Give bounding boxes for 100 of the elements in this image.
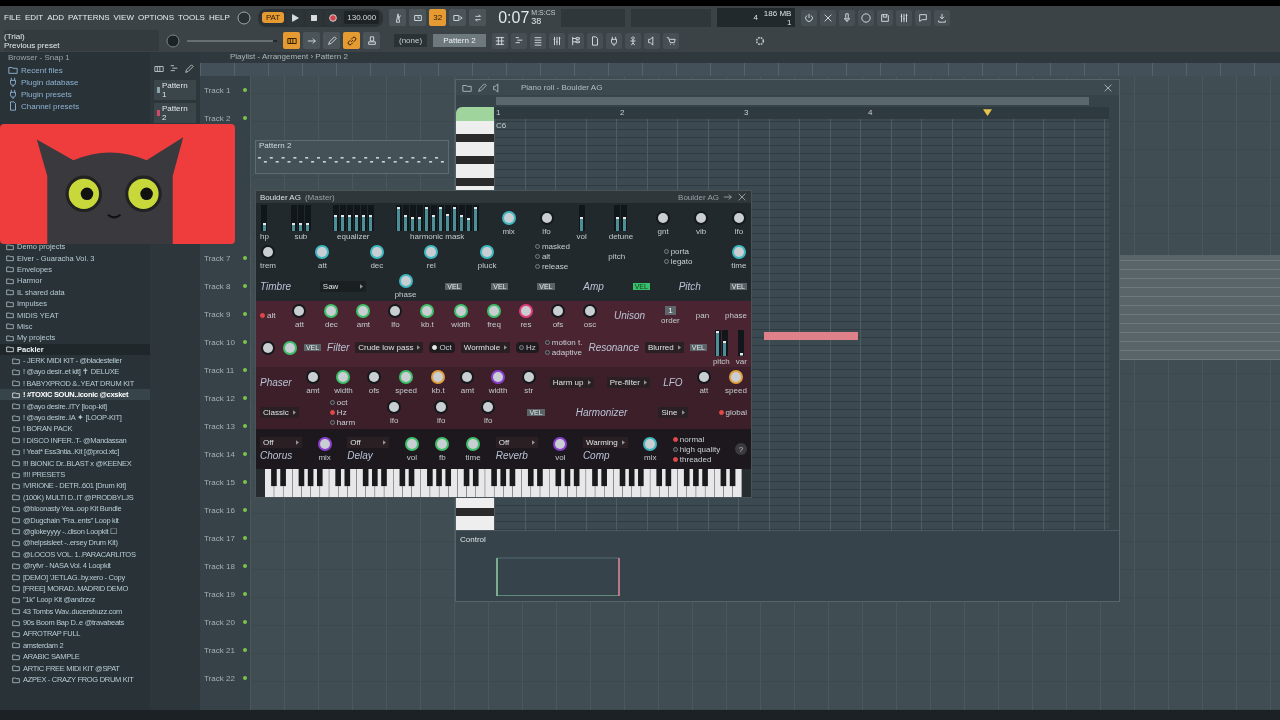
knob[interactable] bbox=[518, 302, 534, 319]
bar-ruler[interactable]: 1 2 3 4 bbox=[494, 107, 1109, 119]
knob[interactable] bbox=[398, 369, 415, 386]
knob[interactable] bbox=[582, 302, 598, 319]
fader[interactable] bbox=[444, 204, 451, 231]
fader[interactable] bbox=[353, 204, 360, 231]
track-led[interactable] bbox=[243, 508, 247, 512]
toolbar-button[interactable] bbox=[839, 9, 856, 26]
knob[interactable] bbox=[452, 302, 469, 319]
toolbar-button[interactable] bbox=[510, 32, 527, 49]
play-button[interactable] bbox=[287, 9, 304, 26]
toolbar-button[interactable] bbox=[529, 32, 546, 49]
knob[interactable] bbox=[304, 369, 321, 386]
snap-dropdown[interactable]: (none) bbox=[394, 34, 428, 47]
knob[interactable] bbox=[655, 209, 672, 226]
help-button[interactable]: ? bbox=[734, 443, 747, 455]
toolbar-button[interactable] bbox=[858, 9, 875, 26]
dropdown[interactable]: Pre-filter bbox=[606, 376, 650, 388]
knob[interactable] bbox=[552, 436, 569, 452]
pattern-clip[interactable]: Pattern 2 bbox=[255, 140, 449, 174]
fader[interactable] bbox=[346, 204, 353, 231]
fader[interactable] bbox=[395, 204, 402, 231]
fader[interactable] bbox=[614, 204, 621, 231]
track-label[interactable]: Track 14 bbox=[204, 449, 235, 459]
toolbar-button[interactable] bbox=[662, 32, 679, 49]
track-label[interactable]: Track 2 bbox=[204, 113, 231, 123]
dropdown[interactable]: Off bbox=[347, 437, 390, 448]
track-led[interactable] bbox=[243, 256, 247, 260]
toolbar-button[interactable] bbox=[896, 9, 913, 26]
track-label[interactable]: Track 13 bbox=[204, 421, 235, 431]
knob[interactable] bbox=[386, 399, 403, 416]
fader[interactable] bbox=[261, 204, 268, 231]
track-label[interactable]: Track 1 bbox=[204, 85, 231, 95]
fader[interactable] bbox=[339, 204, 346, 231]
fader[interactable] bbox=[578, 204, 585, 231]
radio-option[interactable]: motion t. bbox=[544, 338, 583, 347]
knob[interactable] bbox=[403, 436, 420, 452]
knob[interactable] bbox=[397, 273, 414, 290]
knob[interactable] bbox=[281, 339, 298, 356]
track-led[interactable] bbox=[243, 88, 247, 92]
fader[interactable] bbox=[472, 204, 479, 231]
fader[interactable] bbox=[437, 204, 444, 231]
track-label[interactable]: Track 19 bbox=[204, 589, 235, 599]
radio-option[interactable]: porta bbox=[663, 247, 693, 257]
track-label[interactable]: Track 18 bbox=[204, 561, 235, 571]
number-field[interactable]: 1 bbox=[665, 306, 676, 315]
track-label[interactable]: Track 22 bbox=[204, 673, 235, 683]
knob[interactable] bbox=[355, 302, 372, 319]
knob[interactable] bbox=[366, 369, 383, 386]
track-led[interactable] bbox=[243, 452, 247, 456]
knob[interactable] bbox=[433, 399, 450, 416]
track-label[interactable]: Track 7 bbox=[204, 253, 231, 263]
track-led[interactable] bbox=[243, 284, 247, 288]
pattern-item[interactable]: Pattern 1 bbox=[154, 80, 196, 100]
menu-item[interactable]: PATTERNS bbox=[68, 13, 110, 22]
track-led[interactable] bbox=[243, 480, 247, 484]
radio-option[interactable]: threaded bbox=[672, 454, 721, 464]
toolbar-button[interactable] bbox=[934, 9, 951, 26]
knob[interactable] bbox=[387, 302, 404, 319]
knob[interactable] bbox=[430, 369, 447, 386]
track-label[interactable]: Track 9 bbox=[204, 309, 231, 319]
toolbar-button[interactable] bbox=[548, 32, 565, 49]
tempo-field[interactable]: 130.000 bbox=[344, 11, 380, 24]
menu-item[interactable]: OPTIONS bbox=[137, 13, 174, 22]
knob[interactable] bbox=[316, 436, 333, 452]
knob[interactable] bbox=[260, 339, 276, 356]
dropdown[interactable]: Sine bbox=[658, 406, 688, 418]
menu-item[interactable]: VIEW bbox=[113, 13, 134, 22]
toolbar-button[interactable] bbox=[820, 9, 837, 26]
knob[interactable] bbox=[550, 302, 566, 319]
track-label[interactable]: Track 15 bbox=[204, 477, 235, 487]
track-label[interactable]: Track 11 bbox=[204, 365, 235, 375]
radio-option[interactable]: oct bbox=[329, 397, 356, 407]
pattern-item[interactable]: Pattern 2 bbox=[154, 103, 196, 123]
toolbar-toggle[interactable] bbox=[283, 32, 300, 49]
fader[interactable] bbox=[416, 204, 423, 231]
menu-item[interactable]: FILE bbox=[4, 13, 21, 22]
track-led[interactable] bbox=[243, 592, 247, 596]
radio-option[interactable]: masked bbox=[534, 242, 570, 252]
fader[interactable] bbox=[297, 204, 304, 231]
radio-option[interactable]: alt bbox=[534, 252, 570, 262]
toolbar-button[interactable] bbox=[624, 32, 641, 49]
dropdown[interactable]: Blurred bbox=[644, 342, 684, 353]
dropdown[interactable]: Harm up bbox=[549, 376, 594, 388]
knob[interactable] bbox=[730, 244, 747, 260]
toolbar-toggle[interactable] bbox=[323, 32, 340, 49]
track-led[interactable] bbox=[243, 340, 247, 344]
track-label[interactable]: Track 16 bbox=[204, 505, 235, 515]
dropdown[interactable]: Classic bbox=[260, 406, 299, 418]
toolbar-button[interactable] bbox=[915, 9, 932, 26]
menu-item[interactable]: HELP bbox=[208, 13, 230, 22]
track-led[interactable] bbox=[243, 536, 247, 540]
dropdown[interactable]: Off bbox=[260, 437, 302, 448]
toolbar-toggle[interactable] bbox=[389, 9, 407, 26]
track-led[interactable] bbox=[243, 396, 247, 400]
toolbar-toggle[interactable] bbox=[303, 32, 320, 49]
toolbar-button[interactable] bbox=[801, 9, 818, 26]
track-label[interactable]: Track 17 bbox=[204, 533, 235, 543]
settings-icon[interactable] bbox=[754, 35, 765, 46]
stop-button[interactable] bbox=[306, 9, 323, 26]
